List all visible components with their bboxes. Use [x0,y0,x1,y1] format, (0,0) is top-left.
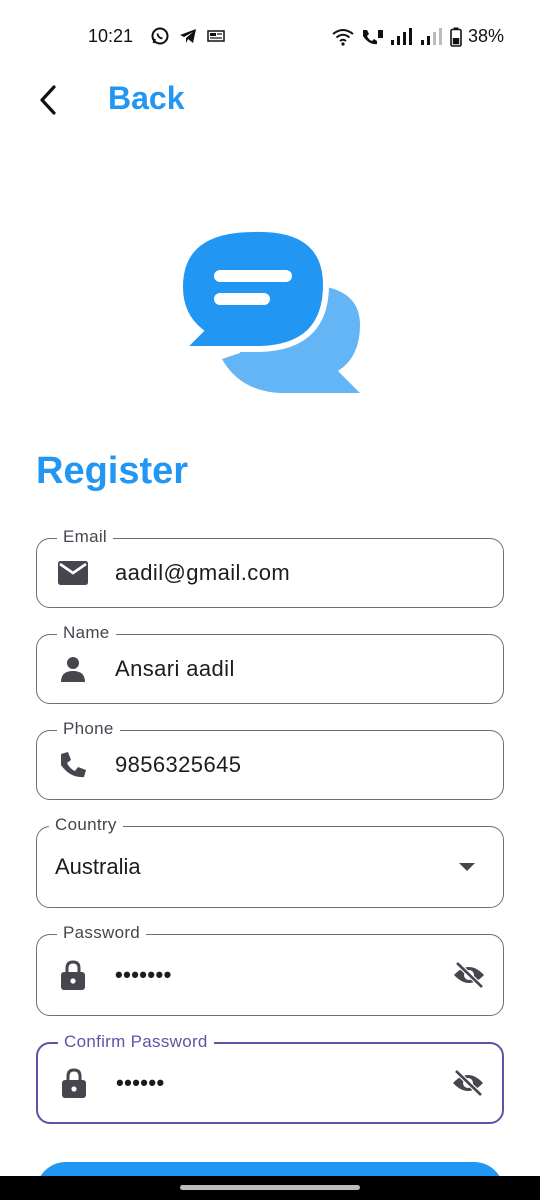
battery-level: 38% [467,26,504,46]
name-field[interactable]: Name Ansari aadil [36,623,504,704]
eye-off-icon[interactable] [450,1065,486,1101]
name-label: Name [57,623,116,643]
signal-weak-icon [420,27,442,45]
confirm-password-value: •••••• [116,1070,165,1095]
whatsapp-icon [151,27,169,45]
country-value: Australia [55,854,141,879]
phone-value: 9856325645 [115,752,242,777]
chevron-left-icon [40,85,56,115]
battery-icon [450,27,462,47]
email-label: Email [57,527,114,547]
back-button[interactable] [28,80,68,120]
volte-call-icon [362,29,383,44]
country-select[interactable]: Country Australia [36,815,504,908]
page-title: Register [36,450,189,492]
news-icon [207,30,225,42]
notification-icons [150,26,226,46]
password-label: Password [57,923,147,943]
status-bar: 10:21 38% [0,0,540,72]
mail-icon [57,557,89,589]
lock-icon [57,959,89,991]
confirm-password-label: Confirm Password [58,1032,214,1052]
back-link[interactable]: Back [108,80,185,117]
home-indicator[interactable] [180,1185,360,1190]
lock-icon [58,1067,90,1099]
email-field[interactable]: Email aadil@gmail.com [36,527,504,608]
phone-label: Phone [57,719,120,739]
name-value: Ansari aadil [115,656,235,681]
telegram-icon [180,29,196,43]
signal-icon [390,27,412,45]
system-icons: 38% [332,26,504,47]
dropdown-arrow-icon [459,863,475,871]
password-field[interactable]: Password ••••••• [36,923,504,1016]
status-time: 10:21 [88,26,134,46]
password-value: ••••••• [115,962,172,987]
eye-off-icon[interactable] [451,957,487,993]
country-label: Country [49,815,123,835]
phone-field[interactable]: Phone 9856325645 [36,719,504,800]
wifi-icon [332,28,354,46]
email-value: aadil@gmail.com [115,560,291,585]
person-icon [57,653,89,685]
chat-bubbles-icon [178,225,360,393]
phone-icon [57,749,89,781]
navigation-bar [0,1176,540,1200]
confirm-password-field[interactable]: Confirm Password •••••• [36,1032,504,1124]
